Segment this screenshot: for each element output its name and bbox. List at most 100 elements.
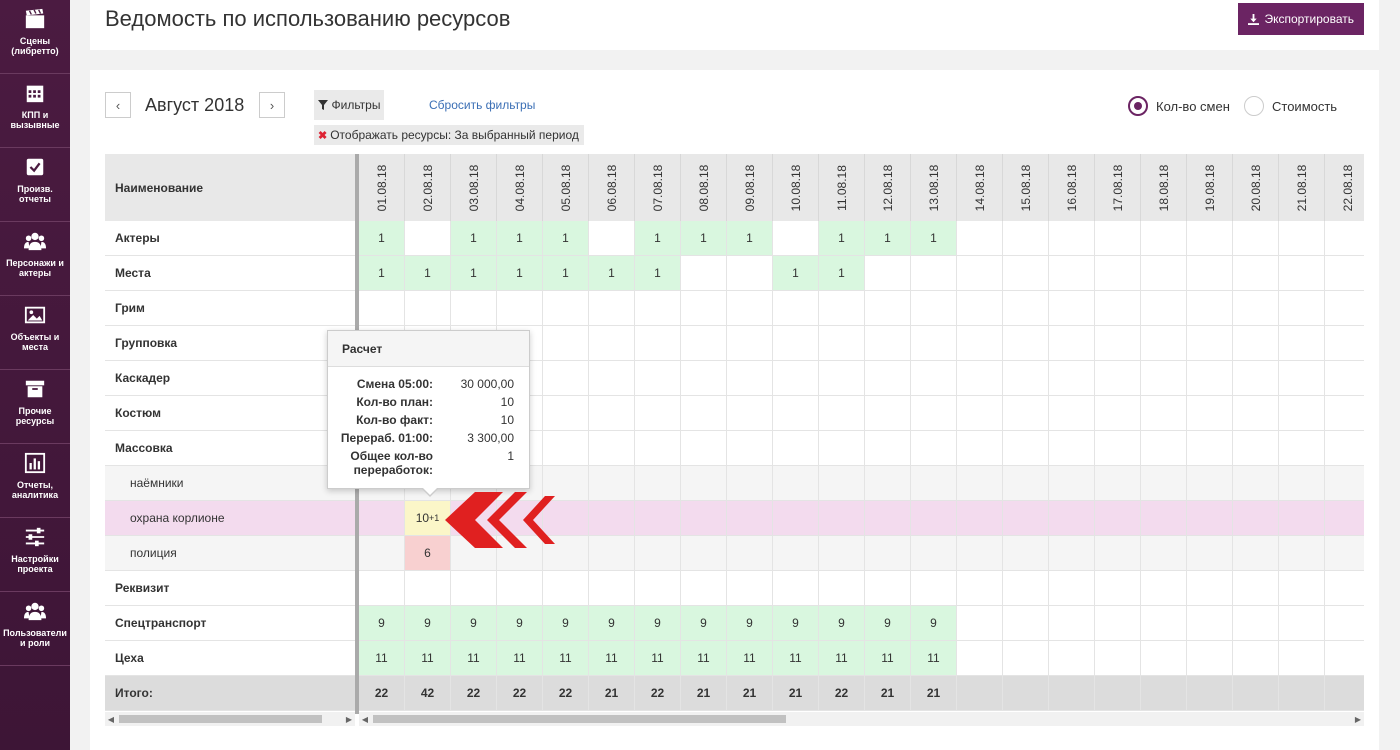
table-cell[interactable] bbox=[911, 431, 957, 466]
table-cell[interactable] bbox=[773, 396, 819, 431]
table-cell[interactable] bbox=[1325, 326, 1364, 361]
table-cell[interactable] bbox=[957, 256, 1003, 291]
radio-cost[interactable]: Стоимость bbox=[1244, 96, 1337, 116]
table-cell[interactable] bbox=[773, 501, 819, 536]
table-cell[interactable] bbox=[865, 536, 911, 571]
table-cell[interactable] bbox=[1187, 466, 1233, 501]
table-cell[interactable] bbox=[589, 501, 635, 536]
table-cell[interactable] bbox=[589, 466, 635, 501]
table-cell[interactable]: 11 bbox=[589, 641, 635, 676]
day-header[interactable]: 03.08.18 bbox=[451, 154, 497, 221]
table-cell[interactable] bbox=[1187, 326, 1233, 361]
table-cell[interactable]: 1 bbox=[681, 221, 727, 256]
table-cell[interactable]: 1 bbox=[773, 256, 819, 291]
table-cell[interactable] bbox=[1049, 641, 1095, 676]
table-cell[interactable] bbox=[1049, 256, 1095, 291]
table-cell[interactable] bbox=[1325, 676, 1364, 711]
day-header[interactable]: 01.08.18 bbox=[359, 154, 405, 221]
table-cell[interactable]: 21 bbox=[865, 676, 911, 711]
table-cell[interactable] bbox=[773, 221, 819, 256]
table-cell[interactable] bbox=[1187, 361, 1233, 396]
table-cell[interactable] bbox=[1095, 326, 1141, 361]
table-cell[interactable] bbox=[957, 361, 1003, 396]
table-cell[interactable] bbox=[773, 431, 819, 466]
table-cell[interactable] bbox=[1187, 606, 1233, 641]
filter-chip[interactable]: ✖ Отображать ресурсы: За выбранный перио… bbox=[314, 125, 584, 145]
table-cell[interactable] bbox=[819, 396, 865, 431]
table-cell[interactable]: 1 bbox=[405, 256, 451, 291]
table-cell[interactable] bbox=[1233, 571, 1279, 606]
table-cell[interactable] bbox=[1141, 466, 1187, 501]
table-cell[interactable]: 9 bbox=[681, 606, 727, 641]
day-header[interactable]: 12.08.18 bbox=[865, 154, 911, 221]
resource-row-label[interactable]: Массовка bbox=[105, 431, 355, 466]
resource-row-label[interactable]: Костюм bbox=[105, 396, 355, 431]
table-cell[interactable] bbox=[727, 326, 773, 361]
table-cell[interactable] bbox=[1325, 396, 1364, 431]
table-cell[interactable] bbox=[819, 326, 865, 361]
table-cell[interactable] bbox=[589, 291, 635, 326]
table-cell[interactable] bbox=[1003, 606, 1049, 641]
table-cell[interactable] bbox=[1233, 361, 1279, 396]
table-cell[interactable] bbox=[1049, 291, 1095, 326]
table-cell[interactable]: 22 bbox=[819, 676, 865, 711]
table-cell[interactable] bbox=[543, 571, 589, 606]
table-cell[interactable] bbox=[865, 291, 911, 326]
table-cell[interactable]: 11 bbox=[451, 641, 497, 676]
resource-row-label[interactable]: Цеха bbox=[105, 641, 355, 676]
table-cell[interactable] bbox=[1325, 221, 1364, 256]
day-header[interactable]: 18.08.18 bbox=[1141, 154, 1187, 221]
table-cell[interactable] bbox=[635, 291, 681, 326]
day-header[interactable]: 07.08.18 bbox=[635, 154, 681, 221]
table-cell[interactable] bbox=[819, 466, 865, 501]
table-cell[interactable] bbox=[1003, 431, 1049, 466]
table-cell[interactable] bbox=[1233, 256, 1279, 291]
table-cell[interactable] bbox=[911, 536, 957, 571]
table-cell[interactable] bbox=[1187, 291, 1233, 326]
table-cell[interactable]: 1 bbox=[865, 221, 911, 256]
table-cell[interactable]: 1 bbox=[911, 221, 957, 256]
table-cell[interactable] bbox=[865, 431, 911, 466]
table-cell[interactable]: 9 bbox=[589, 606, 635, 641]
table-cell[interactable] bbox=[819, 571, 865, 606]
scrollbar-thumb[interactable] bbox=[119, 715, 322, 723]
table-cell[interactable]: 9 bbox=[819, 606, 865, 641]
table-cell[interactable] bbox=[911, 291, 957, 326]
table-cell[interactable] bbox=[1049, 431, 1095, 466]
day-header[interactable]: 08.08.18 bbox=[681, 154, 727, 221]
table-cell[interactable] bbox=[681, 326, 727, 361]
table-cell[interactable] bbox=[497, 291, 543, 326]
resource-row-label[interactable]: полиция bbox=[105, 536, 355, 571]
table-cell[interactable] bbox=[773, 571, 819, 606]
table-cell[interactable]: 9 bbox=[451, 606, 497, 641]
day-header[interactable]: 21.08.18 bbox=[1279, 154, 1325, 221]
table-cell[interactable] bbox=[911, 571, 957, 606]
table-cell[interactable] bbox=[1141, 501, 1187, 536]
table-cell[interactable] bbox=[635, 396, 681, 431]
table-cell[interactable] bbox=[1095, 431, 1141, 466]
table-cell[interactable] bbox=[1279, 431, 1325, 466]
table-cell[interactable] bbox=[543, 326, 589, 361]
resource-row-label[interactable]: Места bbox=[105, 256, 355, 291]
table-cell[interactable] bbox=[359, 536, 405, 571]
table-cell[interactable] bbox=[451, 291, 497, 326]
table-cell[interactable]: 9 bbox=[911, 606, 957, 641]
day-header[interactable]: 16.08.18 bbox=[1049, 154, 1095, 221]
table-cell[interactable] bbox=[405, 571, 451, 606]
table-cell[interactable] bbox=[957, 606, 1003, 641]
table-cell[interactable] bbox=[1095, 676, 1141, 711]
table-cell[interactable] bbox=[957, 676, 1003, 711]
table-cell[interactable] bbox=[1233, 676, 1279, 711]
table-cell[interactable] bbox=[1141, 221, 1187, 256]
table-cell[interactable]: 11 bbox=[727, 641, 773, 676]
table-cell[interactable] bbox=[911, 466, 957, 501]
close-icon[interactable]: ✖ bbox=[318, 129, 327, 142]
table-cell[interactable] bbox=[1233, 606, 1279, 641]
table-cell[interactable] bbox=[1279, 396, 1325, 431]
table-cell[interactable] bbox=[911, 501, 957, 536]
table-cell[interactable]: 11 bbox=[405, 641, 451, 676]
table-cell[interactable]: 21 bbox=[911, 676, 957, 711]
table-cell[interactable]: 11 bbox=[543, 641, 589, 676]
table-cell[interactable]: 1 bbox=[497, 221, 543, 256]
table-cell[interactable] bbox=[1049, 221, 1095, 256]
